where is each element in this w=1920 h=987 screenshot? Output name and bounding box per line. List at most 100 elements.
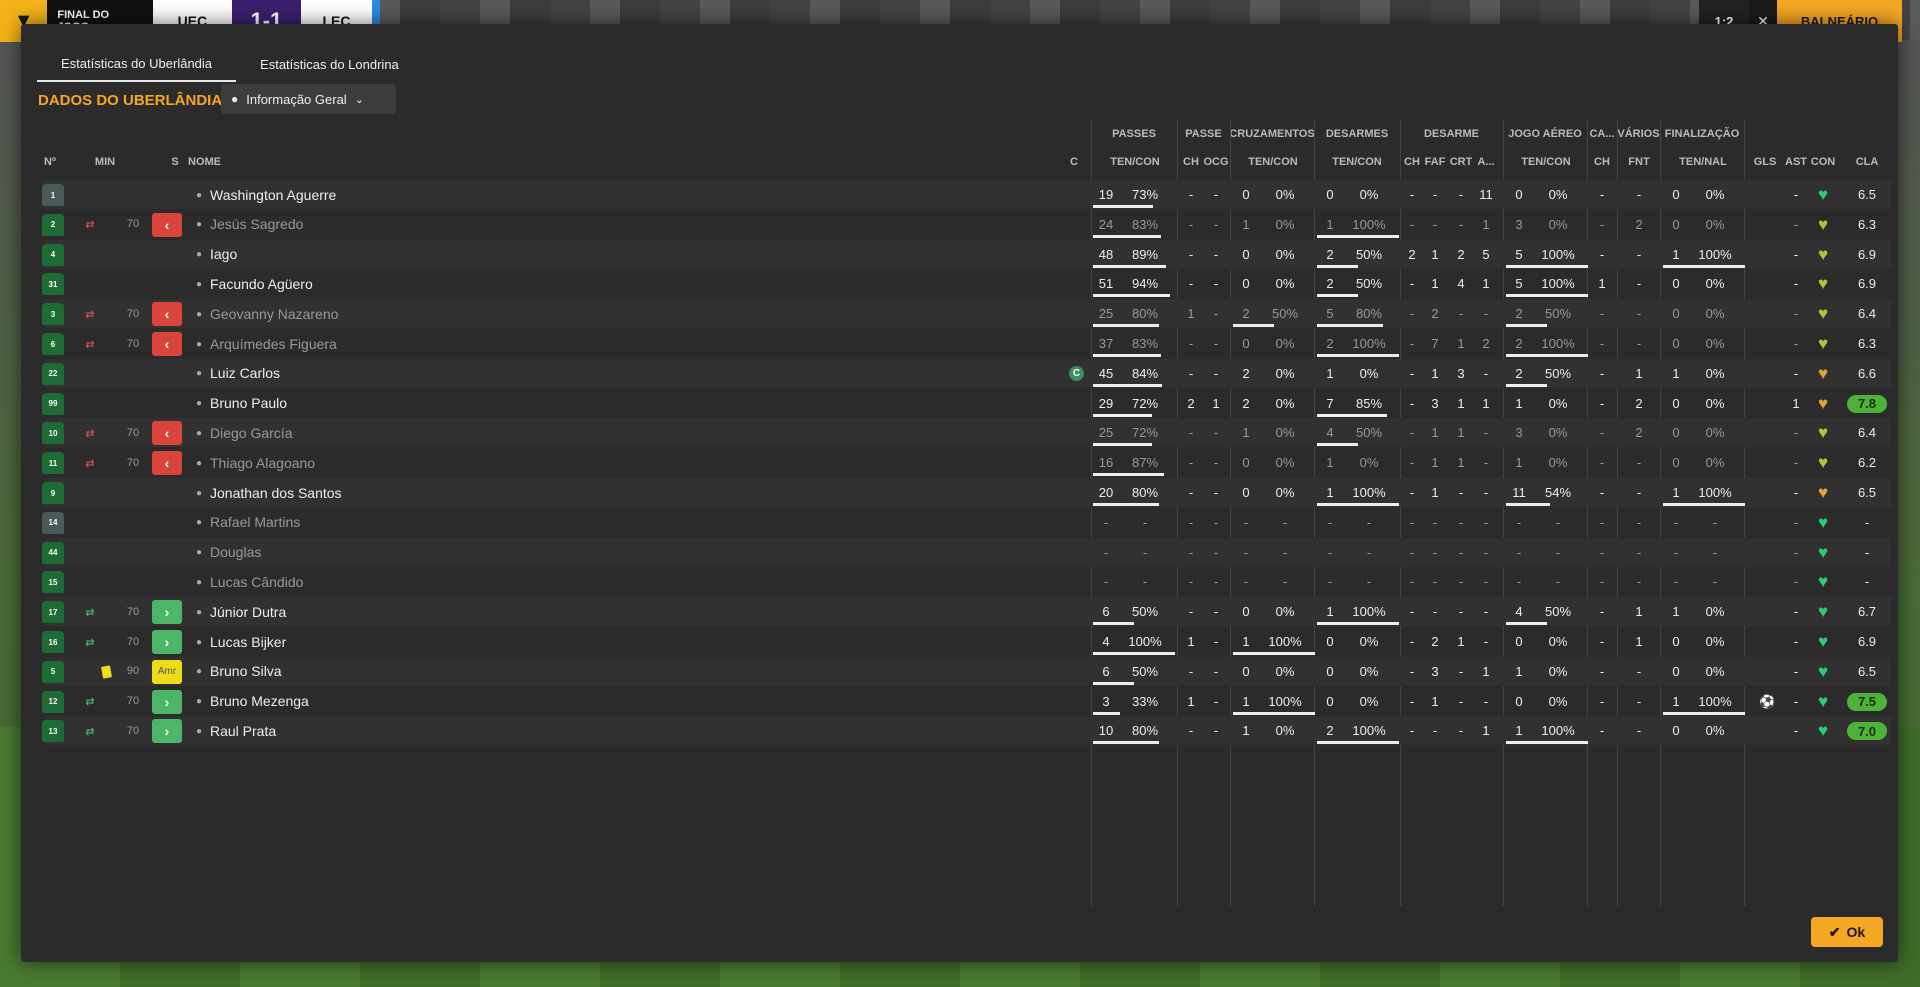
table-row[interactable] <box>45 358 1891 388</box>
column-header-min[interactable]: MIN <box>88 148 122 176</box>
column-header-name[interactable]: NOME <box>188 148 228 176</box>
table-row[interactable] <box>45 687 1891 716</box>
substituted-off-button[interactable]: ‹ <box>152 451 182 476</box>
substituted-off-button[interactable]: ‹ <box>152 212 182 237</box>
view-select[interactable]: ● Informação Geral ⌄ <box>221 84 396 114</box>
assists: - <box>1793 604 1799 620</box>
tab-londrina[interactable]: Estatísticas do Londrina <box>236 46 423 82</box>
substituted-on-button[interactable]: › <box>152 719 182 744</box>
player-name[interactable]: Bruno Paulo <box>210 389 287 418</box>
table-row[interactable] <box>45 597 1891 627</box>
table-row[interactable] <box>45 210 1891 239</box>
player-name[interactable]: Douglas <box>210 538 261 567</box>
player-name[interactable]: Bruno Mezenga <box>210 687 309 716</box>
player-name[interactable]: Facundo Agüero <box>210 269 313 298</box>
player-name[interactable]: Jesús Sagredo <box>210 210 303 239</box>
sub-off-icon: ⇄ <box>85 308 95 321</box>
tackles-attempts: 0 <box>1326 693 1334 709</box>
player-name[interactable]: Jonathan dos Santos <box>210 478 342 507</box>
column-header-s[interactable]: S <box>163 148 187 176</box>
column-header-con[interactable]: CON <box>1809 148 1837 176</box>
shots-percent: - <box>1712 574 1718 590</box>
table-row[interactable] <box>45 418 1891 448</box>
player-name[interactable]: Thiago Alagoano <box>210 448 315 477</box>
aerial-percent: 0% <box>1548 395 1568 411</box>
column-header-ast[interactable]: AST <box>1785 148 1807 176</box>
player-name[interactable]: Diego García <box>210 418 292 447</box>
player-name[interactable]: Bruno Silva <box>210 657 282 686</box>
passe-ch: - <box>1188 336 1194 351</box>
table-row[interactable] <box>45 537 1891 567</box>
table-row[interactable] <box>45 239 1891 269</box>
player-name[interactable]: Washington Aguerre <box>210 180 336 209</box>
column-header-cruz[interactable]: TEN/CON <box>1234 148 1312 176</box>
substituted-on-button[interactable]: › <box>152 630 182 654</box>
player-name[interactable]: Lucas Cândido <box>210 567 303 596</box>
aerial-bar <box>1506 622 1547 626</box>
varios-fnt: - <box>1636 455 1642 471</box>
column-header-c[interactable]: C <box>1068 148 1080 176</box>
minute: 70 <box>126 426 140 439</box>
column-header-varios-fnt[interactable]: FNT <box>1620 148 1658 176</box>
minute: 70 <box>126 307 140 320</box>
column-header-passes[interactable]: TEN/CON <box>1095 148 1175 176</box>
substituted-off-button[interactable]: ‹ <box>152 421 182 446</box>
column-header-passe-ch[interactable]: CH <box>1181 148 1201 176</box>
assists: - <box>1793 246 1799 262</box>
crosses-percent: 0% <box>1275 336 1295 351</box>
passe-ch: - <box>1188 544 1194 560</box>
player-name[interactable]: Júnior Dutra <box>210 597 286 626</box>
column-header-des[interactable]: TEN/CON <box>1318 148 1396 176</box>
minute <box>118 478 148 507</box>
goal-ball-icon: ⚽ <box>1759 693 1776 709</box>
column-header-ca-ch[interactable]: CH <box>1590 148 1614 176</box>
column-header-des-faf[interactable]: FAF <box>1423 148 1447 176</box>
column-header-num[interactable]: Nº <box>38 148 62 176</box>
group-header: FINALIZAÇÃO <box>1664 128 1740 140</box>
table-row[interactable] <box>45 508 1891 537</box>
passes-attempts: - <box>1103 514 1109 530</box>
desarme-stat: - <box>1409 663 1415 679</box>
shirt-number: 22 <box>42 362 64 385</box>
player-name[interactable]: Rafael Martins <box>210 508 300 537</box>
tab-uberlandia[interactable]: Estatísticas do Uberlândia <box>37 46 237 82</box>
assists: - <box>1793 663 1799 679</box>
shots-attempts: 0 <box>1672 336 1680 351</box>
player-name[interactable]: Raul Prata <box>210 716 276 745</box>
player-name[interactable]: Geovanny Nazareno <box>210 299 338 328</box>
substituted-off-button[interactable]: ‹ <box>152 332 182 356</box>
player-name[interactable]: Iago <box>210 240 237 269</box>
view-select-value: Informação Geral <box>246 91 347 107</box>
desarme-stat: 1 <box>1457 634 1465 649</box>
player-name[interactable]: Luiz Carlos <box>210 359 280 388</box>
desarme-stat: 4 <box>1457 276 1465 292</box>
column-header-des-crt[interactable]: CRT <box>1450 148 1472 176</box>
desarme-stat: - <box>1458 485 1464 500</box>
tackles-attempts: 0 <box>1326 187 1334 202</box>
column-header-passe-ocg[interactable]: OCG <box>1204 148 1228 176</box>
shots-attempts: 0 <box>1672 455 1680 471</box>
table-row[interactable] <box>45 448 1891 477</box>
column-header-des-ch[interactable]: CH <box>1402 148 1422 176</box>
yellow-card-button[interactable]: Amr <box>152 659 182 684</box>
column-header-gls[interactable]: GLS <box>1754 148 1776 176</box>
column-header-cla[interactable]: CLA <box>1847 148 1887 176</box>
substituted-on-button[interactable]: › <box>152 689 182 714</box>
table-row[interactable] <box>45 567 1891 596</box>
substituted-off-button[interactable]: ‹ <box>152 302 182 327</box>
table-row[interactable] <box>45 716 1891 746</box>
player-name[interactable]: Lucas Bijker <box>210 627 286 656</box>
substituted-on-button[interactable]: › <box>152 600 182 625</box>
table-row[interactable] <box>45 627 1891 656</box>
column-header-aereo[interactable]: TEN/CON <box>1507 148 1585 176</box>
ok-button[interactable]: ✔ Ok <box>1811 917 1883 947</box>
column-header-des-a[interactable]: A... <box>1474 148 1498 176</box>
table-row[interactable] <box>45 656 1891 686</box>
crosses-attempts: 0 <box>1242 663 1250 679</box>
table-row[interactable] <box>45 269 1891 298</box>
column-header-fin[interactable]: TEN/NAL <box>1664 148 1742 176</box>
player-name[interactable]: Arquímedes Figuera <box>210 329 337 358</box>
crosses-percent: 0% <box>1275 395 1295 411</box>
aerial-attempts: 0 <box>1515 634 1523 649</box>
table-row[interactable] <box>45 389 1891 418</box>
